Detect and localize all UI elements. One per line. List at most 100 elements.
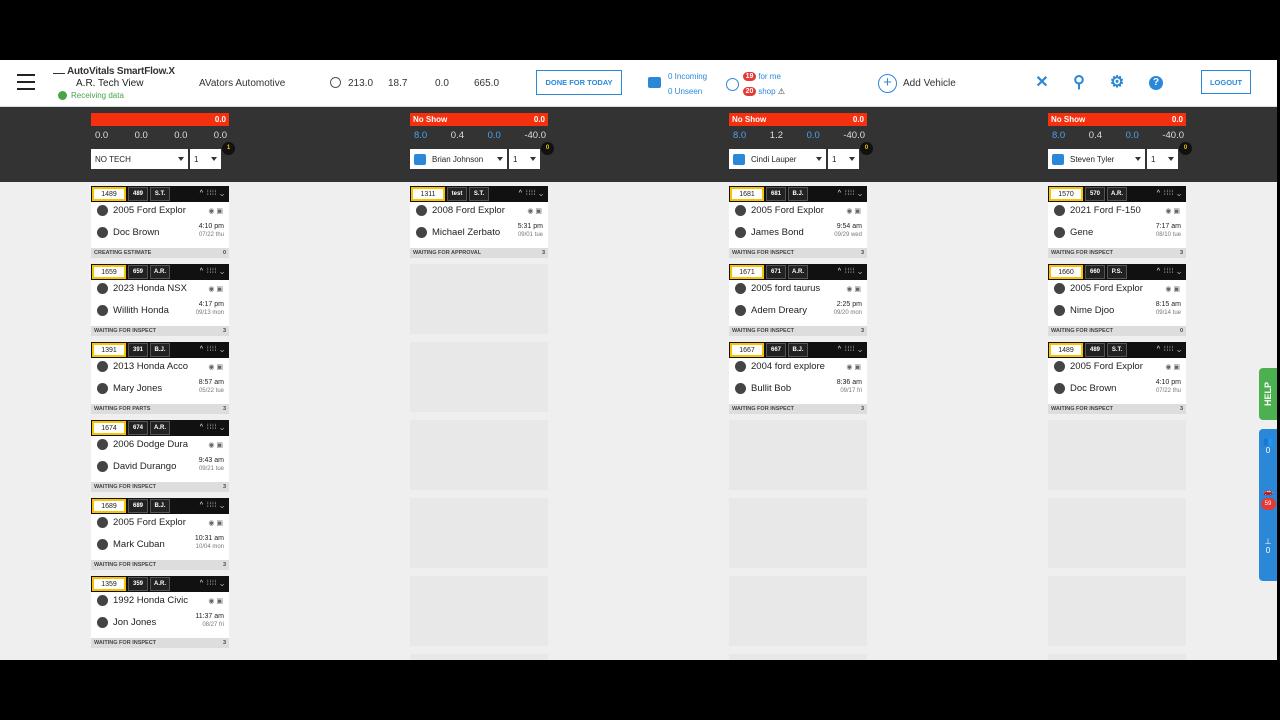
- search-icon[interactable]: ⚲: [1069, 73, 1089, 93]
- tech-initials: S.T.: [150, 187, 170, 201]
- empty-slot: [729, 654, 867, 660]
- logout-button[interactable]: LOGOUT: [1201, 70, 1251, 94]
- vehicle-card[interactable]: 1671 671 A.R. ^ ⦙⦙⦙⦙ ⌄ 2005 ford taurus ◉ ▣ Ad…: [729, 264, 867, 336]
- ro-number[interactable]: 1671: [730, 265, 764, 279]
- message-icon[interactable]: [1052, 153, 1064, 165]
- vehicle-counter[interactable]: 🚗 59: [1259, 479, 1277, 529]
- appointment-time: 9:43 am 09/21 tue: [199, 457, 224, 473]
- card-icons[interactable]: ◉ ▣: [846, 207, 861, 215]
- vehicle-card[interactable]: 1311 test S.T. ^ ⦙⦙⦙⦙ ⌄ 2008 Ford Explor ◉ ▣ M…: [410, 186, 548, 258]
- message-icon[interactable]: [733, 153, 745, 165]
- card-controls[interactable]: ^ ⦙⦙⦙⦙ ⌄: [200, 580, 228, 588]
- status-value: 0.0: [1171, 115, 1183, 124]
- connection-status: Receiving data: [58, 91, 124, 101]
- message-icon[interactable]: [414, 153, 426, 165]
- bay-select[interactable]: 1: [1147, 149, 1178, 169]
- tech-column: 1570 570 A.R. ^ ⦙⦙⦙⦙ ⌄ 2021 Ford F-150 ◉ ▣ Gen…: [1048, 186, 1186, 660]
- ro-number[interactable]: 1570: [1049, 187, 1083, 201]
- vehicle-card[interactable]: 1667 667 B.J. ^ ⦙⦙⦙⦙ ⌄ 2004 ford explore ◉ ▣ B…: [729, 342, 867, 414]
- card-icons[interactable]: ◉ ▣: [1165, 285, 1180, 293]
- help-tab[interactable]: HELP: [1259, 368, 1277, 420]
- card-icons[interactable]: ◉ ▣: [208, 597, 223, 605]
- card-icons[interactable]: ◉ ▣: [208, 207, 223, 215]
- ro-number[interactable]: 1659: [92, 265, 126, 279]
- card-controls[interactable]: ^ ⦙⦙⦙⦙ ⌄: [1157, 190, 1185, 198]
- view-title[interactable]: A.R. Tech View: [76, 78, 143, 89]
- vehicle-row: 2005 Ford Explor ◉ ▣: [97, 205, 229, 216]
- unseen-messages[interactable]: 0 Unseen: [668, 87, 702, 96]
- bay-select[interactable]: 1: [509, 149, 540, 169]
- tech-initials: P.S.: [1107, 265, 1127, 279]
- vehicle-card[interactable]: 1660 660 P.S. ^ ⦙⦙⦙⦙ ⌄ 2005 Ford Explor ◉ ▣ Ni…: [1048, 264, 1186, 336]
- ro-number[interactable]: 1391: [92, 343, 126, 357]
- customer-row: Mark Cuban: [97, 539, 165, 550]
- card-controls[interactable]: ^ ⦙⦙⦙⦙ ⌄: [838, 268, 866, 276]
- card-controls[interactable]: ^ ⦙⦙⦙⦙ ⌄: [200, 190, 228, 198]
- ro-number[interactable]: 1689: [92, 499, 126, 513]
- card-controls[interactable]: ^ ⦙⦙⦙⦙ ⌄: [200, 502, 228, 510]
- gear-icon[interactable]: ⚙: [1107, 73, 1127, 93]
- card-controls[interactable]: ^ ⦙⦙⦙⦙ ⌄: [1157, 346, 1185, 354]
- shop-alerts[interactable]: 20 shop ⚠: [743, 87, 785, 97]
- alarm-icon[interactable]: [726, 78, 739, 91]
- card-icons[interactable]: ◉ ▣: [527, 207, 542, 215]
- tech-select[interactable]: Cindi Lauper: [729, 149, 826, 169]
- card-controls[interactable]: ^ ⦙⦙⦙⦙ ⌄: [838, 346, 866, 354]
- card-controls[interactable]: ^ ⦙⦙⦙⦙ ⌄: [519, 190, 547, 198]
- ro-number[interactable]: 1674: [92, 421, 126, 435]
- bay-select[interactable]: 1: [190, 149, 221, 169]
- bay-counter[interactable]: ⊥ 0: [1259, 529, 1277, 579]
- card-icons[interactable]: ◉ ▣: [1165, 363, 1180, 371]
- done-for-today-button[interactable]: DONE FOR TODAY: [536, 70, 622, 95]
- card-controls[interactable]: ^ ⦙⦙⦙⦙ ⌄: [200, 268, 228, 276]
- card-icons[interactable]: ◉ ▣: [208, 285, 223, 293]
- vehicle-card[interactable]: 1689 689 B.J. ^ ⦙⦙⦙⦙ ⌄ 2005 Ford Explor ◉ ▣ Ma…: [91, 498, 229, 570]
- help-icon[interactable]: ?: [1149, 76, 1163, 90]
- card-icons[interactable]: ◉ ▣: [846, 363, 861, 371]
- for-me-alerts[interactable]: 19 for me: [743, 72, 781, 82]
- card-toolbar: 1570 570 A.R. ^ ⦙⦙⦙⦙ ⌄: [1048, 186, 1186, 202]
- ro-number[interactable]: 1660: [1049, 265, 1083, 279]
- tech-select[interactable]: NO TECH: [91, 149, 188, 169]
- people-counter[interactable]: 👥 0: [1259, 429, 1277, 479]
- ro-number[interactable]: 1489: [1049, 343, 1083, 357]
- ro-number[interactable]: 1667: [730, 343, 764, 357]
- menu-icon[interactable]: [17, 74, 35, 90]
- card-icons[interactable]: ◉ ▣: [1165, 207, 1180, 215]
- vehicle-card[interactable]: 1674 674 A.R. ^ ⦙⦙⦙⦙ ⌄ 2006 Dodge Dura ◉ ▣ Dav…: [91, 420, 229, 492]
- collapse-icon[interactable]: ✕: [1032, 73, 1052, 93]
- vehicle-card[interactable]: 1570 570 A.R. ^ ⦙⦙⦙⦙ ⌄ 2021 Ford F-150 ◉ ▣ Gen…: [1048, 186, 1186, 258]
- tag-number: 681: [766, 187, 786, 201]
- card-controls[interactable]: ^ ⦙⦙⦙⦙ ⌄: [838, 190, 866, 198]
- tech-select[interactable]: Brian Johnson: [410, 149, 507, 169]
- bay-select[interactable]: 1: [828, 149, 859, 169]
- card-controls[interactable]: ^ ⦙⦙⦙⦙ ⌄: [1157, 268, 1185, 276]
- vehicle-card[interactable]: 1489 489 S.T. ^ ⦙⦙⦙⦙ ⌄ 2005 Ford Explor ◉ ▣ Do…: [1048, 342, 1186, 414]
- add-vehicle-button[interactable]: + Add Vehicle: [878, 74, 956, 93]
- ro-number[interactable]: 1489: [92, 187, 126, 201]
- card-icons[interactable]: ◉ ▣: [208, 519, 223, 527]
- vehicle-card[interactable]: 1359 359 A.R. ^ ⦙⦙⦙⦙ ⌄ 1992 Honda Civic ◉ ▣ Jo…: [91, 576, 229, 648]
- chat-icon[interactable]: [648, 77, 661, 88]
- card-icons[interactable]: ◉ ▣: [208, 363, 223, 371]
- empty-slot: [410, 264, 548, 334]
- card-icons[interactable]: ◉ ▣: [846, 285, 861, 293]
- card-controls[interactable]: ^ ⦙⦙⦙⦙ ⌄: [200, 346, 228, 354]
- card-icons[interactable]: ◉ ▣: [208, 441, 223, 449]
- time-value: 9:43 am: [198, 457, 224, 464]
- vehicle-name: 2005 Ford Explor: [113, 205, 186, 216]
- vehicle-card[interactable]: 1489 489 S.T. ^ ⦙⦙⦙⦙ ⌄ 2005 Ford Explor ◉ ▣ Do…: [91, 186, 229, 258]
- vehicle-card[interactable]: 1681 681 B.J. ^ ⦙⦙⦙⦙ ⌄ 2005 Ford Explor ◉ ▣ Ja…: [729, 186, 867, 258]
- vehicle-card[interactable]: 1391 391 B.J. ^ ⦙⦙⦙⦙ ⌄ 2013 Honda Acco ◉ ▣ Mar…: [91, 342, 229, 414]
- tech-select[interactable]: Steven Tyler: [1048, 149, 1145, 169]
- side-dock[interactable]: 👥 0 🚗 59 ⊥ 0: [1259, 429, 1277, 581]
- ro-number[interactable]: 1681: [730, 187, 764, 201]
- ro-number[interactable]: 1359: [92, 577, 126, 591]
- tech-name: Steven Tyler: [1070, 154, 1115, 164]
- card-controls[interactable]: ^ ⦙⦙⦙⦙ ⌄: [200, 424, 228, 432]
- vehicle-card[interactable]: 1659 659 A.R. ^ ⦙⦙⦙⦙ ⌄ 2023 Honda NSX ◉ ▣ Will…: [91, 264, 229, 336]
- date-value: 05/22 tue: [198, 388, 224, 394]
- ro-number[interactable]: 1311: [411, 187, 445, 201]
- incoming-messages[interactable]: 0 Incoming: [668, 72, 707, 81]
- customer-name: Bullit Bob: [751, 383, 792, 394]
